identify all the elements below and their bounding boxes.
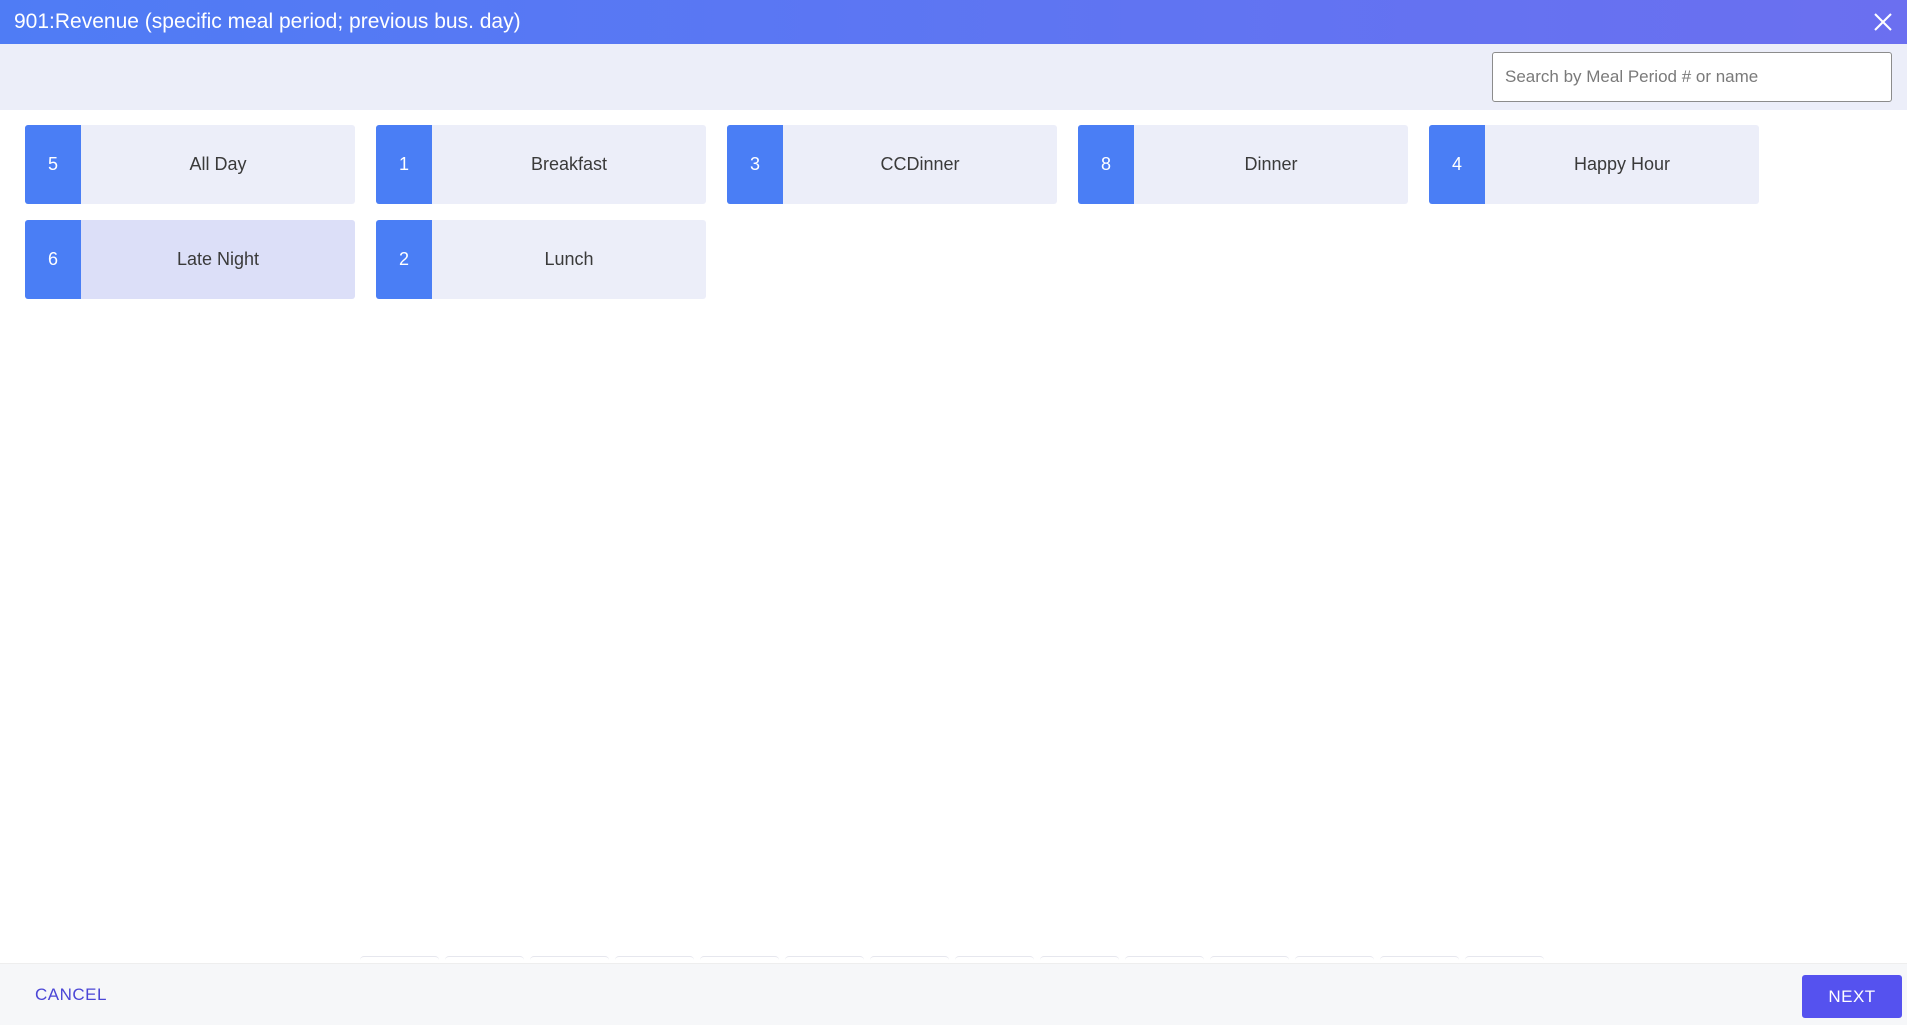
pager-tab (360, 956, 439, 960)
pager-tab (955, 956, 1034, 960)
cancel-button[interactable]: CANCEL (20, 978, 122, 1012)
meal-period-card[interactable]: 8 Dinner (1078, 125, 1408, 204)
meal-period-number: 5 (25, 125, 81, 204)
meal-period-card[interactable]: 1 Breakfast (376, 125, 706, 204)
pager-tab (785, 956, 864, 960)
pager-divider (360, 956, 1544, 960)
pager-tab (1465, 956, 1544, 960)
meal-period-name: Breakfast (530, 154, 608, 174)
meal-period-name: Happy Hour (1573, 154, 1671, 174)
pager-tab (445, 956, 524, 960)
meal-period-number: 1 (376, 125, 432, 204)
meal-period-card[interactable]: 3 CCDinner (727, 125, 1057, 204)
meal-period-card[interactable]: 2 Lunch (376, 220, 706, 299)
pager-tab (530, 956, 609, 960)
meal-period-number: 8 (1078, 125, 1134, 204)
meal-period-grid: 5 All Day 1 Breakfast 3 CCDinner 8 Dinne… (25, 125, 1785, 299)
meal-period-number: 3 (727, 125, 783, 204)
meal-period-name: CCDinner (880, 154, 960, 174)
meal-period-card[interactable]: 4 Happy Hour (1429, 125, 1759, 204)
meal-period-number: 6 (25, 220, 81, 299)
dialog-title: 901:Revenue (specific meal period; previ… (14, 10, 521, 33)
meal-period-number: 2 (376, 220, 432, 299)
pager-tab (1295, 956, 1374, 960)
dialog-footer: CANCEL NEXT (0, 963, 1907, 1025)
meal-period-number: 4 (1429, 125, 1485, 204)
meal-period-name: Lunch (544, 249, 594, 269)
next-button[interactable]: NEXT (1802, 975, 1902, 1018)
pager-tab (1210, 956, 1289, 960)
pager-tab (700, 956, 779, 960)
pager-tab (615, 956, 694, 960)
pager-tab (1125, 956, 1204, 960)
pager-tab (1040, 956, 1119, 960)
meal-period-name: All Day (189, 154, 247, 174)
close-icon (1874, 13, 1892, 31)
meal-period-name: Late Night (176, 249, 260, 269)
close-button[interactable] (1867, 6, 1899, 38)
meal-period-card[interactable]: 6 Late Night (25, 220, 355, 299)
dialog-titlebar: 901:Revenue (specific meal period; previ… (0, 0, 1907, 44)
pager-tab (1380, 956, 1459, 960)
search-input[interactable] (1492, 52, 1892, 102)
pager-tab (870, 956, 949, 960)
meal-period-card[interactable]: 5 All Day (25, 125, 355, 204)
meal-period-name: Dinner (1244, 154, 1298, 174)
search-bar (0, 44, 1907, 110)
